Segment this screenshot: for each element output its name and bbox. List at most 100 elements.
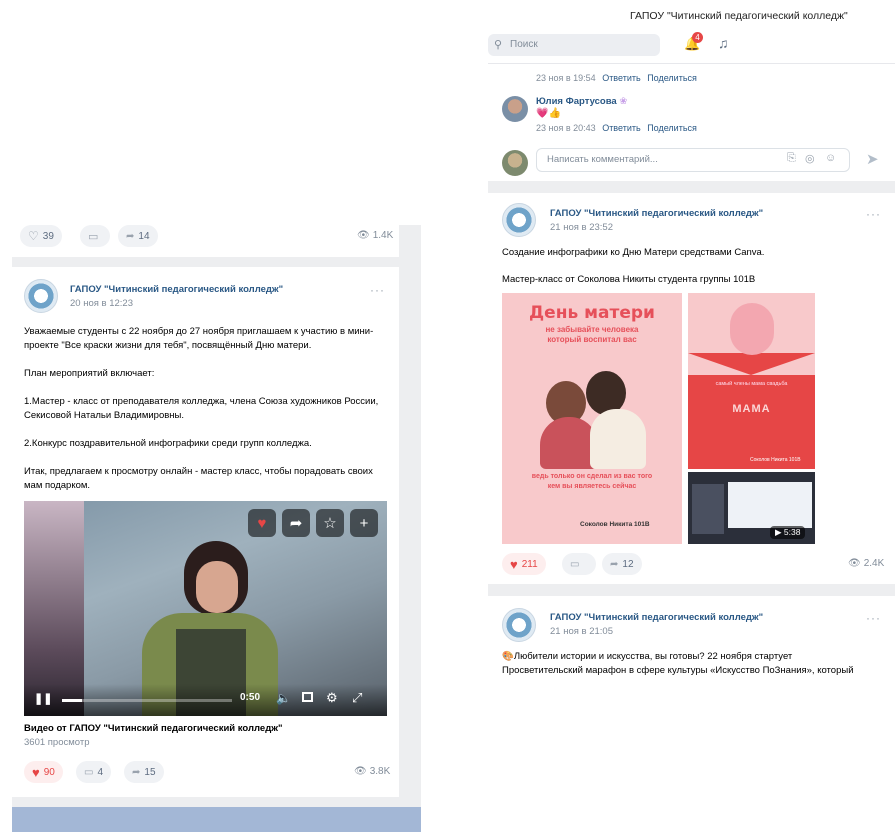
mother-child-illustration [730, 303, 774, 355]
post-card: ГАПОУ "Читинский педагогический колледж"… [12, 267, 399, 797]
left-feed-screenshot: ♡ 39 ▭ ➦ 14 👁 1.4K ГАПОУ "Читинский педа… [12, 225, 421, 832]
page-title: ГАПОУ "Читинский педагогический колледж" [630, 10, 848, 22]
camera-icon[interactable]: ◎ [805, 152, 815, 165]
search-input[interactable]: ⚲ Поиск [488, 34, 660, 56]
post-comment-button[interactable]: ▭ 4 [76, 761, 112, 783]
post-text-line: 2.Конкурс поздравительной инфографики ср… [24, 438, 312, 449]
image-author: Соколов Никита 101В [750, 457, 801, 463]
right-feed-screenshot: ГАПОУ "Читинский педагогический колледж"… [488, 0, 895, 610]
comment-placeholder: Написать комментарий... [547, 154, 658, 165]
settings-gear-icon[interactable]: ⚙ [326, 690, 338, 706]
share-button[interactable]: ➦ 14 [118, 225, 158, 247]
post-text-line: План мероприятий включает: [24, 368, 155, 379]
reply-link[interactable]: Ответить [602, 123, 640, 133]
bookmark-icon[interactable]: ☆ [316, 509, 344, 537]
post-share-count: 12 [622, 558, 634, 570]
notification-badge: 4 [692, 32, 703, 43]
more-options-icon[interactable]: ··· [866, 611, 881, 625]
post-like-button[interactable]: ♥ 211 [502, 553, 546, 575]
canva-screen [728, 482, 812, 528]
image-title: День матери [529, 303, 655, 323]
pause-icon[interactable]: ❚❚ [34, 692, 52, 705]
comment-text: 💗👍 [536, 108, 561, 119]
more-options-icon[interactable]: ··· [866, 207, 881, 221]
post-comment-count: 4 [97, 766, 104, 778]
attach-icon[interactable]: ⎘ [787, 152, 796, 165]
reply-link[interactable]: Ответить [602, 73, 640, 83]
video-views: 3601 просмотр [24, 737, 90, 748]
post-separator [488, 584, 895, 596]
video-time: 0:50 [240, 692, 261, 703]
son-body [590, 409, 646, 469]
video-progress-track[interactable] [62, 699, 232, 702]
music-icon[interactable]: ♫ [718, 35, 729, 51]
my-avatar[interactable] [502, 150, 528, 176]
volume-icon[interactable]: 🔈 [276, 691, 291, 705]
header-divider [488, 63, 895, 64]
post-like-count: 211 [521, 558, 538, 570]
fullscreen-icon[interactable]: ⤢ [352, 690, 362, 706]
comment-button[interactable]: ▭ [80, 225, 110, 247]
video-player[interactable]: ♥ ➦ ☆ + ❚❚ 0:50 🔈 ⚙ ⤢ [24, 501, 387, 716]
group-name[interactable]: ГАПОУ "Читинский педагогический колледж" [70, 284, 283, 295]
post-card-2: ГАПОУ "Читинский педагогический колледж"… [488, 596, 895, 696]
previous-post-footer: ♡ 39 ▭ ➦ 14 👁 1.4K [12, 225, 399, 257]
share-link[interactable]: Поделиться [647, 73, 697, 83]
like-button[interactable]: ♡ 39 [20, 225, 62, 247]
heart-filled-icon: ♥ [32, 764, 40, 780]
comment-input[interactable]: Написать комментарий... ⎘ ◎ ☺ [536, 148, 850, 172]
eye-icon: 👁 [354, 766, 367, 777]
add-icon[interactable]: + [350, 509, 378, 537]
emoji-icon[interactable]: ☺ [825, 152, 836, 164]
eye-icon: 👁 [357, 230, 370, 241]
miniplayer-icon[interactable] [302, 692, 313, 702]
image-caption: ведь только он сделал из вас того [531, 473, 653, 480]
share-icon: ➦ [132, 766, 141, 778]
post-share-count: 15 [144, 766, 156, 778]
video-progress-fill [62, 699, 83, 702]
post-text-line: проекте "Все краски жизни для тебя", пос… [24, 340, 312, 351]
share-link[interactable]: Поделиться [647, 123, 697, 133]
post-date[interactable]: 20 ноя в 12:23 [70, 298, 133, 309]
comment-meta: 23 ноя в 19:54 Ответить Поделиться [536, 73, 697, 83]
post-comment-button[interactable]: ▭ [562, 553, 596, 575]
search-placeholder: Поиск [510, 39, 538, 50]
video-title[interactable]: Видео от ГАПОУ "Читинский педагогический… [24, 723, 282, 734]
post-like-count: 90 [43, 766, 55, 778]
post-share-button[interactable]: ➦ 15 [124, 761, 164, 783]
group-name[interactable]: ГАПОУ "Читинский педагогический колледж" [550, 612, 763, 623]
commenter-avatar[interactable] [502, 96, 528, 122]
post-text-line: Секисовой Натальи Владимировны. [24, 410, 184, 421]
tutorial-video-thumbnail[interactable]: ▶ 5:38 [688, 472, 815, 544]
presenter-face [196, 561, 238, 613]
post-like-button[interactable]: ♥ 90 [24, 761, 63, 783]
flower-icon: ❀ [619, 96, 628, 107]
group-avatar[interactable] [24, 279, 58, 313]
more-options-icon[interactable]: ··· [370, 283, 385, 297]
group-name[interactable]: ГАПОУ "Читинский педагогический колледж" [550, 208, 763, 219]
comment-icon: ▭ [88, 230, 99, 243]
post-date[interactable]: 21 ноя в 21:05 [550, 626, 613, 637]
post-text-line: Просветительский марафон в сфере культур… [502, 665, 854, 676]
post-view-count: 👁 3.8K [354, 766, 391, 777]
comment-meta: 23 ноя в 20:43 Ответить Поделиться [536, 123, 697, 133]
share-icon: ➦ [610, 558, 619, 570]
image-subtitle: не забывайте человека [545, 325, 639, 334]
post-date[interactable]: 21 ноя в 23:52 [550, 222, 613, 233]
post-text-line [24, 381, 392, 395]
like-count: 39 [42, 230, 54, 242]
heart-icon: ♡ [28, 229, 39, 243]
send-icon[interactable]: ➤ [866, 150, 879, 168]
group-avatar[interactable] [502, 608, 536, 642]
video-duration: ▶ 5:38 [770, 526, 806, 539]
share-video-icon[interactable]: ➦ [282, 509, 310, 537]
commenter-name[interactable]: Юлия Фартусова ❀ [536, 96, 627, 107]
like-video-icon[interactable]: ♥ [248, 509, 276, 537]
infographic-image-1[interactable]: День матери не забывайте человека которы… [502, 293, 682, 544]
view-count: 👁 1.4K [357, 230, 394, 241]
image-author: Соколов Никита 101В [580, 521, 650, 528]
group-avatar[interactable] [502, 203, 536, 237]
post-share-button[interactable]: ➦ 12 [602, 553, 642, 575]
infographic-image-2[interactable]: самый члены мама свадьба МАМА Соколов Ни… [688, 293, 815, 469]
heart-filled-icon: ♥ [510, 556, 518, 572]
